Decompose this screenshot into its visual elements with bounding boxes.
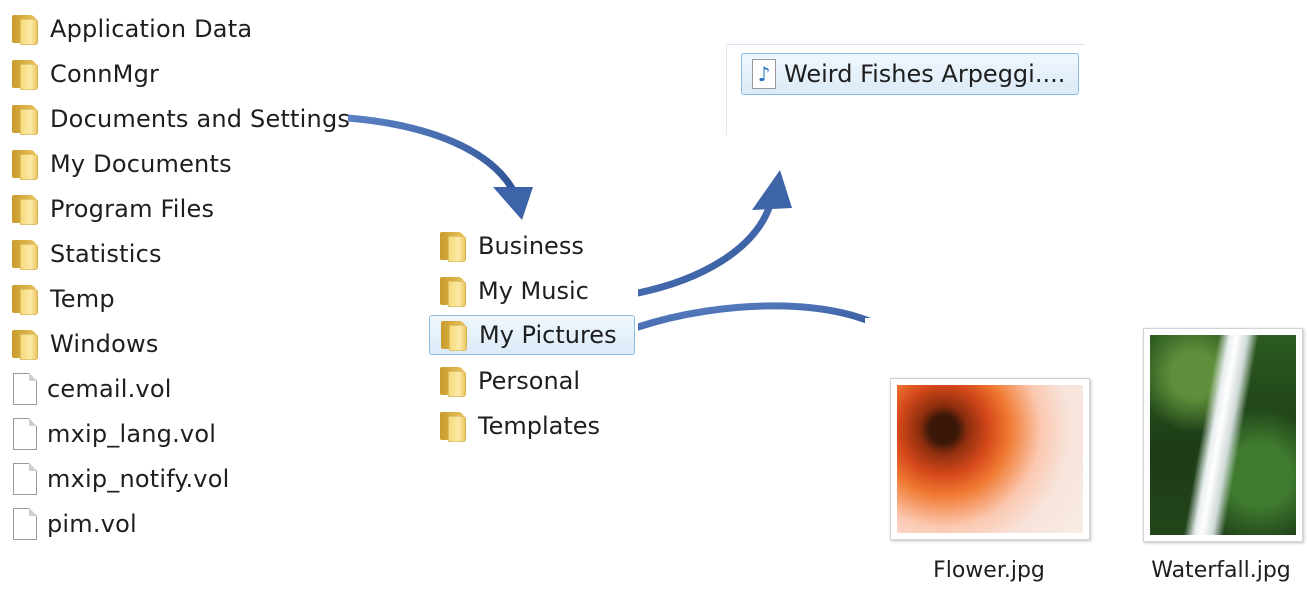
folder-icon: [439, 319, 469, 351]
flower-caption[interactable]: Flower.jpg: [890, 558, 1088, 583]
file-icon: [13, 418, 37, 450]
folder-icon: [438, 275, 468, 307]
folder-icon: [10, 238, 40, 270]
folder-connmgr[interactable]: ConnMgr: [10, 54, 159, 94]
folder-templates[interactable]: Templates: [438, 406, 633, 446]
item-label: Temp: [50, 285, 115, 313]
item-label: My Music: [478, 277, 589, 305]
item-label: mxip_lang.vol: [47, 420, 217, 448]
item-label: cemail.vol: [47, 375, 172, 403]
file-icon: [13, 373, 37, 405]
root-folder-listing: Application Data ConnMgr Documents and S…: [0, 6, 350, 548]
item-label: Windows: [50, 330, 159, 358]
music-file-icon: ♪: [752, 59, 776, 89]
folder-my-music[interactable]: My Music: [438, 271, 633, 311]
flower-image: [897, 385, 1083, 533]
folder-application-data[interactable]: Application Data: [10, 9, 252, 49]
item-label: Business: [478, 232, 584, 260]
waterfall-thumbnail[interactable]: [1143, 328, 1303, 542]
music-folder-listing: ♪ Weird Fishes Arpeggi....: [726, 44, 1085, 135]
pictures-folder-listing: Flower.jpg Waterfall.jpg: [865, 318, 1307, 594]
item-label: Weird Fishes Arpeggi....: [784, 60, 1066, 88]
file-cemail-vol[interactable]: cemail.vol: [10, 369, 172, 409]
music-file-item[interactable]: ♪ Weird Fishes Arpeggi....: [741, 53, 1079, 95]
item-label: My Documents: [50, 150, 232, 178]
item-label: Statistics: [50, 240, 162, 268]
item-label: ConnMgr: [50, 60, 160, 88]
folder-icon: [10, 283, 40, 315]
arrow-mymusic-to-music: [634, 170, 792, 297]
folder-statistics[interactable]: Statistics: [10, 234, 162, 274]
documents-subfolder-listing: Business My Music My Pictures Personal T…: [428, 222, 638, 450]
file-mxip-notify-vol[interactable]: mxip_notify.vol: [10, 459, 229, 499]
folder-windows[interactable]: Windows: [10, 324, 159, 364]
folder-my-documents[interactable]: My Documents: [10, 144, 232, 184]
folder-my-pictures[interactable]: My Pictures: [429, 315, 635, 355]
item-label: My Pictures: [479, 321, 617, 349]
item-label: Personal: [478, 367, 581, 395]
item-label: mxip_notify.vol: [47, 465, 230, 493]
item-label: Program Files: [50, 195, 215, 223]
folder-program-files[interactable]: Program Files: [10, 189, 214, 229]
folder-icon: [438, 230, 468, 262]
waterfall-caption[interactable]: Waterfall.jpg: [1135, 558, 1307, 583]
file-mxip-lang-vol[interactable]: mxip_lang.vol: [10, 414, 216, 454]
item-label: Application Data: [50, 15, 253, 43]
item-label: Documents and Settings: [50, 105, 351, 133]
folder-icon: [10, 328, 40, 360]
flower-thumbnail[interactable]: [890, 378, 1090, 540]
file-icon: [13, 508, 37, 540]
folder-icon: [10, 193, 40, 225]
folder-personal[interactable]: Personal: [438, 361, 633, 401]
folder-icon: [438, 365, 468, 397]
arrow-documents-to-subfolders: [344, 114, 533, 220]
waterfall-image: [1150, 335, 1296, 535]
folder-icon: [438, 410, 468, 442]
folder-documents-and-settings[interactable]: Documents and Settings: [10, 99, 350, 139]
item-label: pim.vol: [47, 510, 137, 538]
item-label: Templates: [478, 412, 601, 440]
folder-icon: [10, 13, 40, 45]
folder-icon: [10, 58, 40, 90]
file-pim-vol[interactable]: pim.vol: [10, 504, 137, 544]
folder-icon: [10, 103, 40, 135]
folder-temp[interactable]: Temp: [10, 279, 115, 319]
folder-icon: [10, 148, 40, 180]
file-icon: [13, 463, 37, 495]
folder-business[interactable]: Business: [438, 226, 633, 266]
